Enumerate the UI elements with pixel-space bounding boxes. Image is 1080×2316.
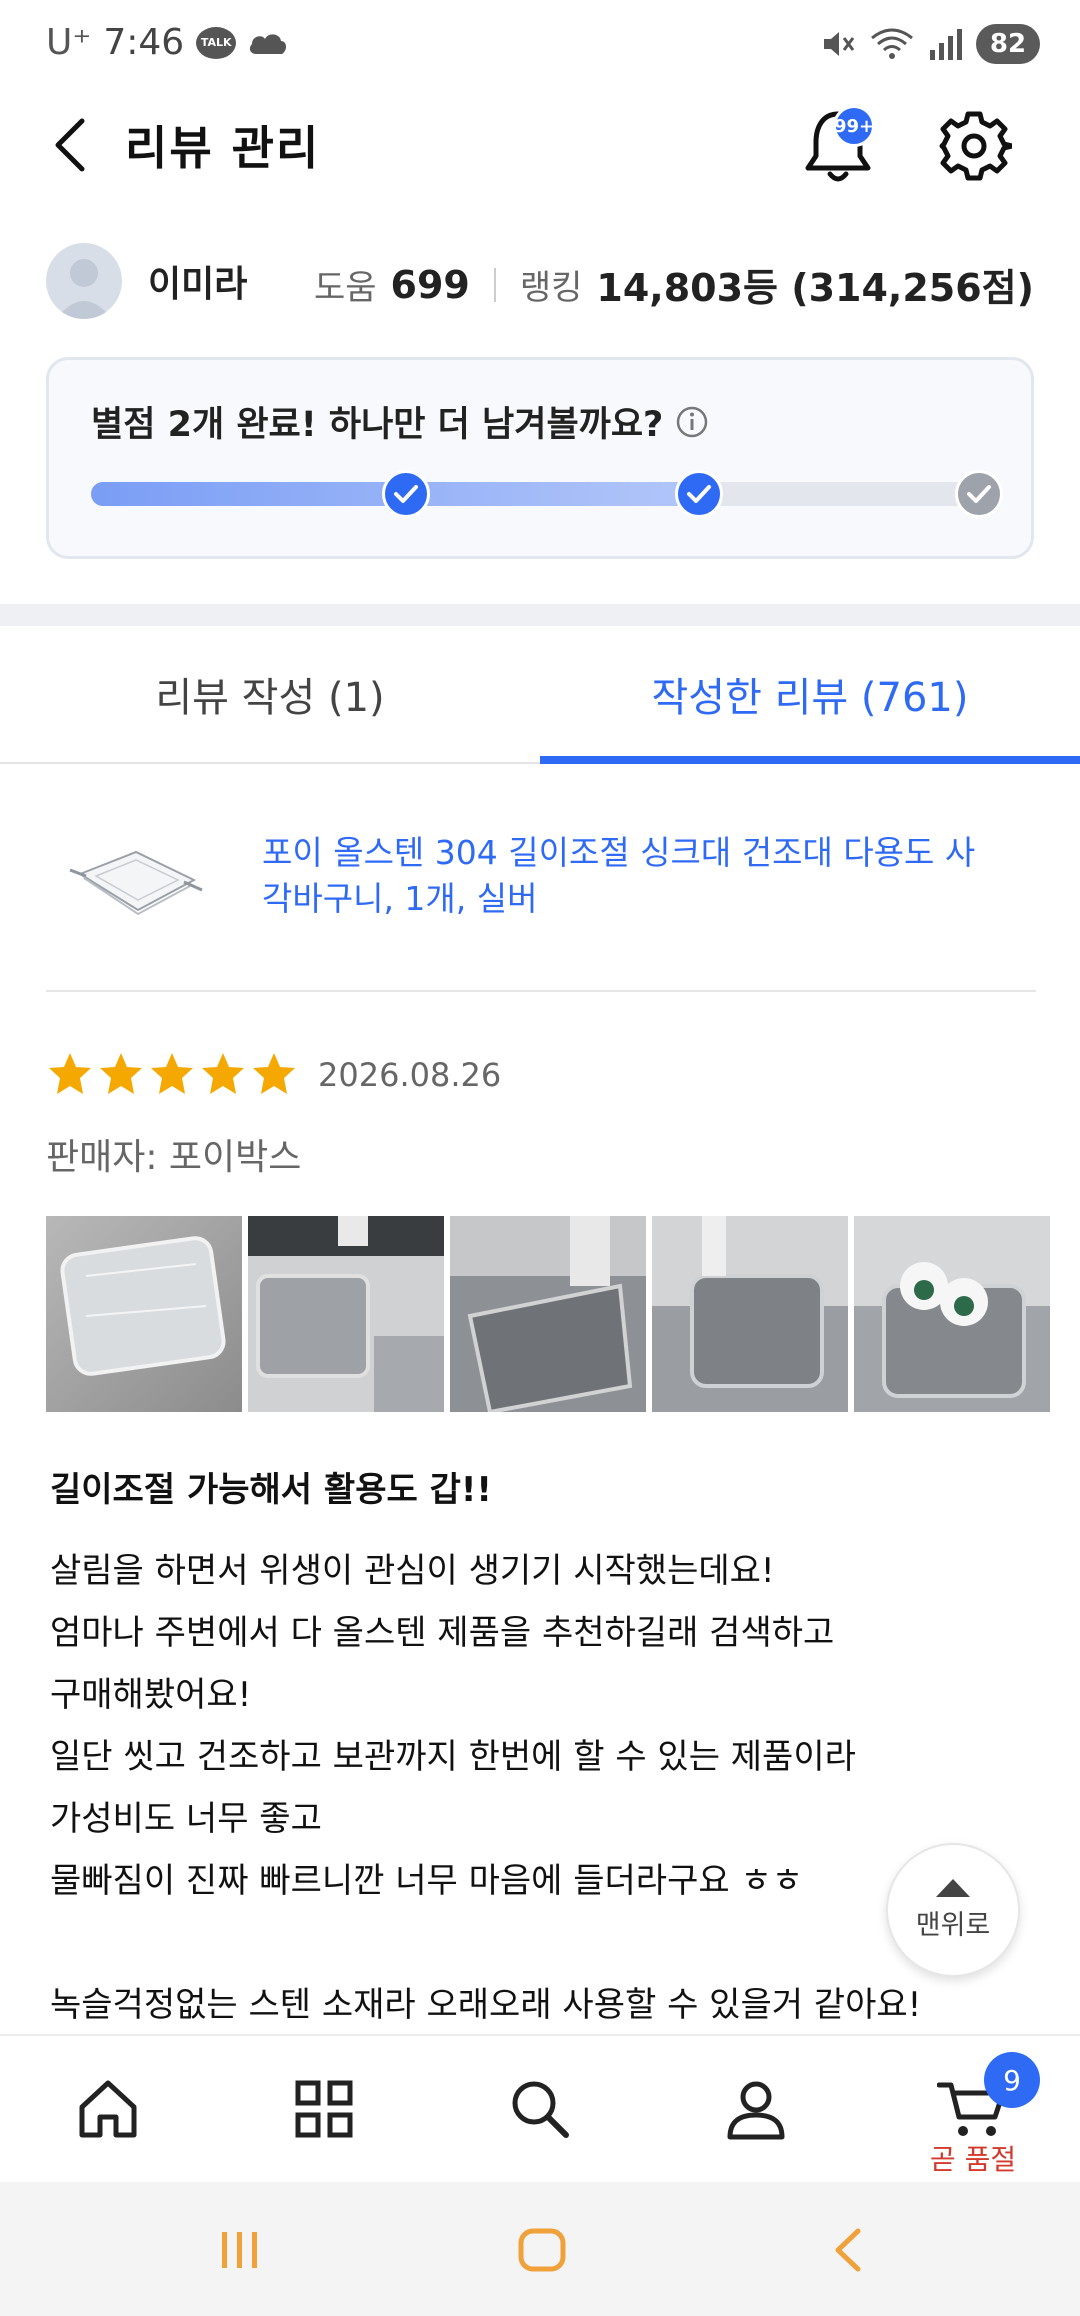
scroll-to-top-button[interactable]: 맨위로 (886, 1843, 1020, 1977)
caret-up-icon (936, 1878, 970, 1897)
review-line: 물빠짐이 진짜 빠르니깐 너무 마음에 들더라구요 ㅎㅎ (50, 1861, 804, 1901)
help-label: 도움 (313, 268, 377, 308)
recent-apps-button[interactable] (210, 2222, 270, 2278)
progress-step (955, 470, 1003, 518)
review-line: 구매해봤어요! (50, 1675, 252, 1715)
check-icon (686, 485, 711, 503)
progress-step (674, 470, 723, 518)
avatar[interactable] (46, 243, 122, 319)
profile-summary: 이미라 도움 699 랭킹 14,803등 (314,256점) (0, 235, 1080, 325)
section-divider (0, 604, 1080, 626)
talk-icon: TALK (196, 26, 237, 59)
signal-icon (930, 29, 962, 60)
check-icon (394, 485, 418, 503)
system-navigation-bar (0, 2182, 1080, 2316)
review-photo-image (854, 1216, 1050, 1412)
product-row[interactable]: 포이 올스텐 304 길이조절 싱크대 건조대 다용도 사각바구니, 1개, 실… (46, 800, 1036, 992)
product-name-link[interactable]: 포이 올스텐 304 길이조절 싱크대 건조대 다용도 사각바구니, 1개, 실… (262, 830, 1002, 922)
home-system-button[interactable] (512, 2222, 572, 2278)
review-date: 2026.08.26 (318, 1056, 502, 1094)
app-header: 리뷰 관리 99+ (0, 90, 1080, 200)
back-system-button[interactable] (818, 2222, 878, 2278)
nav-search[interactable] (432, 2036, 648, 2182)
info-icon[interactable] (675, 405, 709, 439)
nav-home[interactable] (0, 2036, 216, 2182)
review-tabs: 리뷰 작성 (1) 작성한 리뷰 (761) (0, 626, 1080, 764)
review-photo[interactable] (652, 1216, 848, 1412)
gear-icon (939, 111, 1015, 181)
back-system-icon (835, 2228, 861, 2272)
check-icon (967, 485, 991, 503)
star-icon (49, 1053, 91, 1094)
home-icon (79, 2080, 137, 2138)
mute-icon (824, 32, 855, 56)
review-line: 살림을 하면서 위생이 관심이 생기기 시작했는데요! (50, 1551, 775, 1591)
recent-apps-icon (222, 2232, 257, 2268)
clock: 7:46 (103, 22, 185, 63)
seller-name: 판매자: 포이박스 (46, 1137, 302, 1178)
settings-button[interactable] (936, 106, 1015, 186)
profile-name: 이미라 (148, 264, 248, 305)
status-right: 82 (820, 24, 1040, 64)
review-line: 가성비도 너무 좋고 (50, 1799, 322, 1839)
status-bar: U⁺ 7:46 TALK 82 (0, 0, 1080, 90)
cart-count-badge: 9 (984, 2052, 1040, 2108)
rank-label: 랭킹 (519, 268, 583, 308)
progress-track (91, 470, 1003, 518)
review-photo-image (450, 1216, 646, 1412)
nav-category[interactable] (216, 2036, 432, 2182)
review-line: 일단 씻고 건조하고 보관까지 한번에 할 수 있는 제품이라 (50, 1737, 856, 1777)
stat-divider (493, 267, 496, 302)
review-photo-image (248, 1216, 444, 1412)
notification-badge: 99+ (833, 105, 875, 147)
default-avatar-icon (56, 259, 112, 319)
review-body: 살림을 하면서 위생이 관심이 생기기 시작했는데요! 엄마나 주변에서 다 올… (50, 1540, 1010, 2036)
progress-step (382, 470, 430, 518)
star-icon (151, 1053, 193, 1094)
review-line: 녹슬걱정없는 스텐 소재라 오래오래 사용할 수 있을거 같아요! (50, 1985, 922, 2025)
nav-my-page[interactable] (648, 2036, 864, 2182)
status-left: U⁺ 7:46 TALK (46, 22, 288, 63)
back-button[interactable] (40, 110, 100, 180)
review-line (50, 1912, 1010, 1974)
carrier-label: U⁺ (46, 22, 92, 63)
progress-message-row: 별점 2개 완료! 하나만 더 남겨볼까요? (91, 396, 709, 447)
review-photo[interactable] (248, 1216, 444, 1412)
tab-write-review[interactable]: 리뷰 작성 (1) (0, 626, 540, 762)
profile-stats: 도움 699 랭킹 14,803등 (314,256점) (314, 257, 1034, 312)
review-photo-image (652, 1216, 848, 1412)
rank-value: 14,803등 (314,256점) (596, 266, 1034, 310)
star-rating (46, 1050, 298, 1098)
back-arrow-icon (55, 118, 85, 172)
rating-progress-card: 별점 2개 완료! 하나만 더 남겨볼까요? (46, 357, 1034, 559)
review-title: 길이조절 가능해서 활용도 갑!! (50, 1470, 492, 1510)
home-system-icon (518, 2228, 566, 2272)
active-tab-indicator (540, 756, 1080, 764)
star-icon (253, 1053, 295, 1094)
tab-written-reviews[interactable]: 작성한 리뷰 (761) (540, 626, 1080, 762)
search-icon (512, 2081, 569, 2138)
review-photo[interactable] (450, 1216, 646, 1412)
star-icon (202, 1053, 244, 1094)
review-photo[interactable] (46, 1216, 242, 1412)
person-icon (727, 2081, 785, 2140)
cloud-icon (250, 33, 287, 54)
scroll-to-top-label: 맨위로 (915, 1909, 991, 1941)
review-photo-image (46, 1216, 242, 1412)
page-title: 리뷰 관리 (125, 121, 321, 175)
help-count: 699 (390, 262, 470, 307)
star-icon (100, 1053, 142, 1094)
progress-message: 별점 2개 완료! 하나만 더 남겨볼까요? (91, 405, 664, 445)
category-icon (295, 2080, 353, 2138)
product-thumbnail[interactable] (66, 830, 206, 930)
battery-indicator: 82 (976, 24, 1040, 64)
cart-soldout-label: 곧 품절 (929, 2143, 1017, 2176)
review-photo[interactable] (854, 1216, 1050, 1412)
review-photo-strip[interactable] (46, 1216, 1080, 1412)
review-line: 엄마나 주변에서 다 올스텐 제품을 추천하길래 검색하고 (50, 1613, 835, 1653)
wifi-icon (871, 28, 913, 59)
